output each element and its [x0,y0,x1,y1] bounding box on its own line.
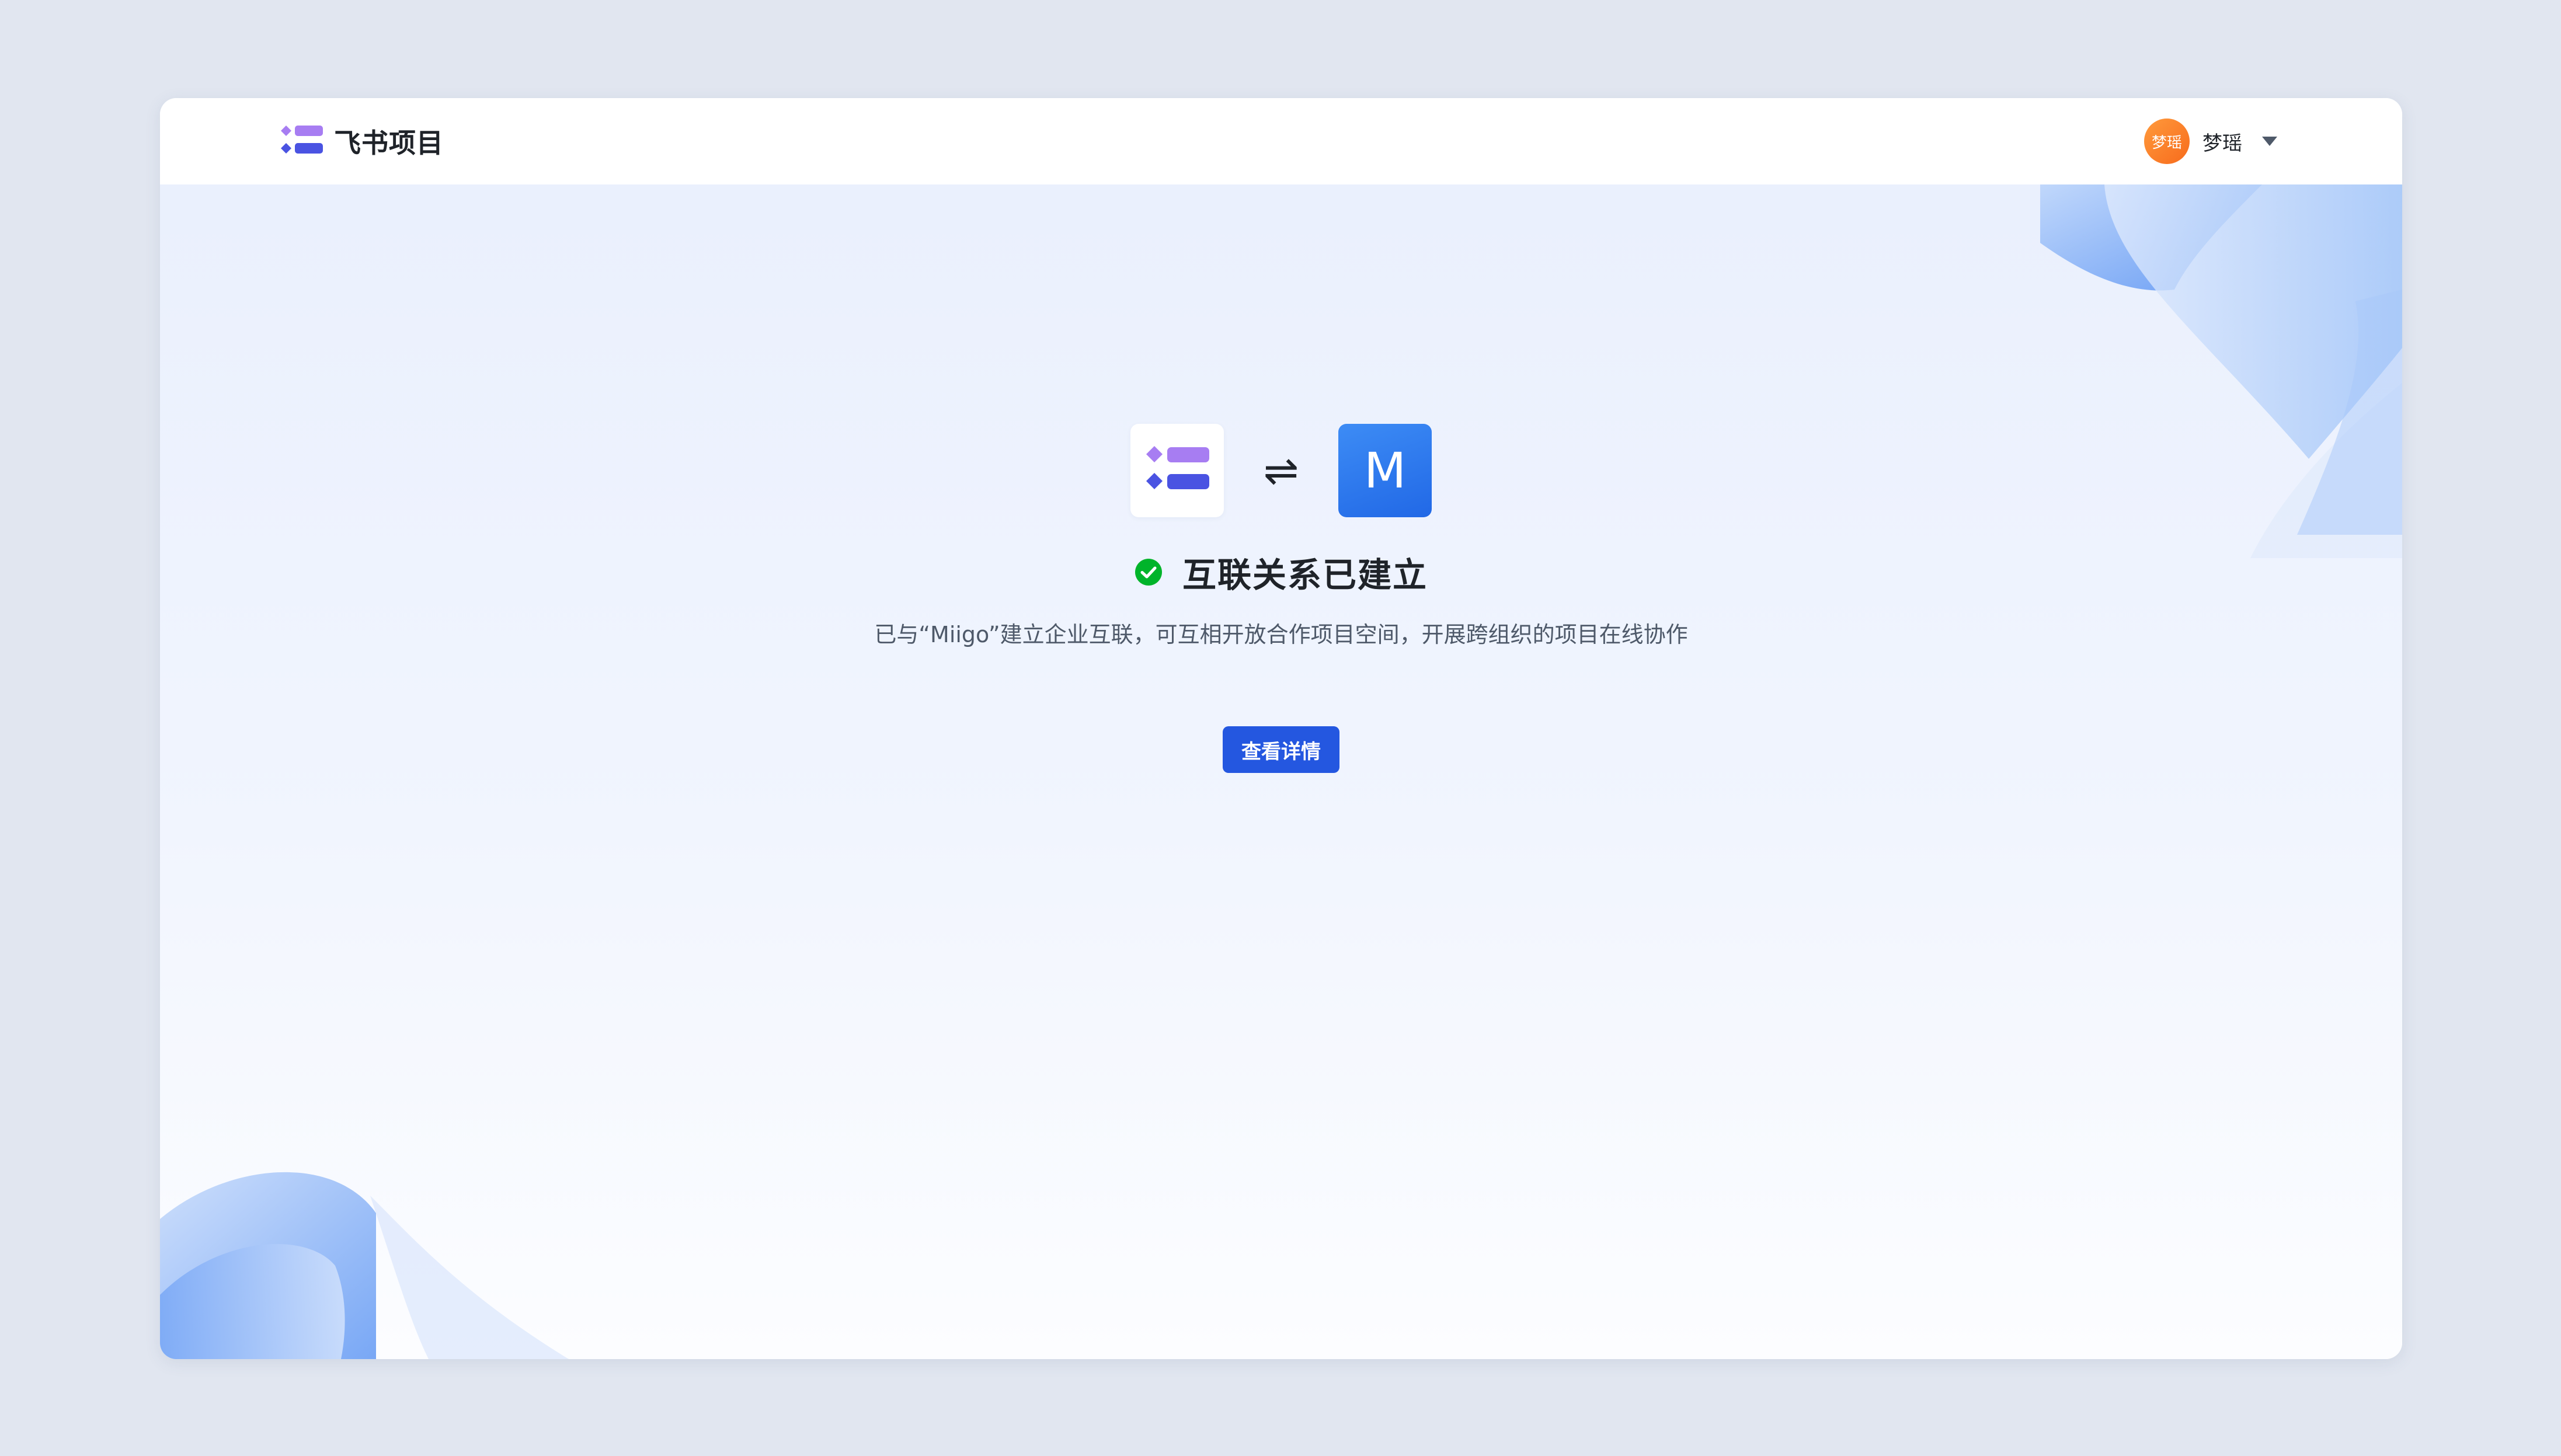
connection-icons: ⇌ M [160,424,2402,517]
feishu-project-logo-icon [281,126,323,154]
user-name: 梦瑶 [2202,131,2242,155]
status-title: 互联关系已建立 [1182,555,1428,595]
brand[interactable]: 飞书项目 [279,124,444,159]
app-name: 飞书项目 [334,127,444,159]
view-details-button[interactable]: 查看详情 [1223,726,1339,773]
browser-window: 飞书项目 梦瑶 梦瑶 ⇌ M 互联关系已建立 已与“Miigo”建立企业互联，可… [160,98,2402,1359]
success-check-icon [1135,559,1162,586]
top-bar: 飞书项目 梦瑶 梦瑶 [160,98,2402,184]
status-line: 互联关系已建立 [160,548,2402,597]
feishu-project-app-icon [1130,424,1224,517]
user-menu[interactable]: 梦瑶 梦瑶 [2144,118,2277,165]
feishu-project-logo-icon [1146,446,1209,489]
swap-arrows-icon: ⇌ [1263,446,1299,495]
avatar: 梦瑶 [2144,119,2190,164]
decorative-ribbon-bottom-left [160,1172,569,1359]
caret-down-icon[interactable] [2262,137,2277,146]
miigo-logo-icon: M [1338,424,1432,517]
main-content: ⇌ M 互联关系已建立 已与“Miigo”建立企业互联，可互相开放合作项目空间，… [160,184,2402,1359]
status-description: 已与“Miigo”建立企业互联，可互相开放合作项目空间，开展跨组织的项目在线协作 [874,622,1688,647]
